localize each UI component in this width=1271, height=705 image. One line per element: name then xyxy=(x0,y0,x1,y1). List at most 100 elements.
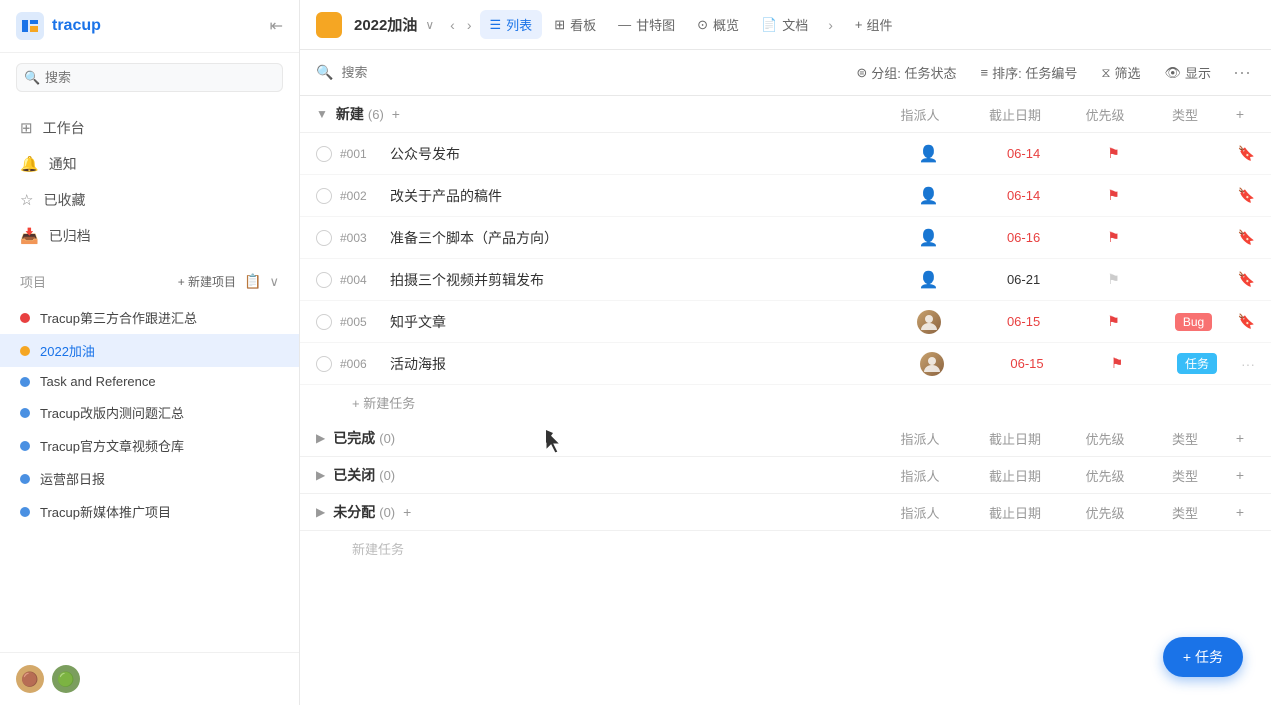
import-project-icon[interactable]: 📋 xyxy=(244,273,261,290)
user-avatar-2[interactable]: 🟢 xyxy=(52,665,80,693)
sidebar-search-input[interactable] xyxy=(16,63,283,92)
add-task-button[interactable]: + 新建任务 xyxy=(300,385,1271,420)
tab-list[interactable]: ☰ 列表 xyxy=(480,10,543,39)
unassigned-icon: 👤 xyxy=(919,270,939,290)
new-project-button[interactable]: + 新建项目 xyxy=(178,273,236,290)
col-header-date: 截止日期 xyxy=(965,105,1065,124)
section-new-add-button[interactable]: + xyxy=(392,106,400,122)
sort-icon: ≡ xyxy=(981,65,989,80)
task-more-button[interactable]: ··· xyxy=(1241,356,1255,372)
unassigned-icon: 👤 xyxy=(919,186,939,206)
task-name[interactable]: 改关于产品的稿件 xyxy=(390,186,884,206)
task-row: #006 活动海报 06-15 ⚑ 任务 ··· xyxy=(300,343,1271,385)
section-new-count: (6) xyxy=(368,107,384,122)
task-checkbox[interactable] xyxy=(316,272,332,288)
bookmark-icon: 🔖 xyxy=(1238,187,1255,204)
task-checkbox[interactable] xyxy=(316,188,332,204)
group-filter-button[interactable]: ⊜ 分组: 任务状态 xyxy=(850,59,962,86)
task-checkbox[interactable] xyxy=(316,230,332,246)
project-dot xyxy=(20,474,30,484)
col-header-assignee: 指派人 xyxy=(875,466,965,485)
group-icon: ⊜ xyxy=(856,65,867,81)
project-item-task-reference[interactable]: Task and Reference xyxy=(0,367,299,396)
project-dot xyxy=(20,377,30,387)
sidebar-collapse-button[interactable]: ⇤ xyxy=(270,16,283,36)
filter-icon: ⧖ xyxy=(1101,65,1110,81)
col-add-button[interactable]: + xyxy=(1225,504,1255,520)
section-unassigned-add-button[interactable]: + xyxy=(403,504,411,520)
projects-label: 项目 xyxy=(20,272,46,291)
task-date: 06-15 xyxy=(977,356,1077,371)
add-component-button[interactable]: + 组件 xyxy=(845,10,903,39)
type-badge-task: 任务 xyxy=(1177,353,1217,374)
project-item-tracup-改版[interactable]: Tracup改版内测问题汇总 xyxy=(0,396,299,429)
assignee-avatar xyxy=(920,352,944,376)
section-collapse-button[interactable]: ▶ xyxy=(316,505,325,519)
col-add-button[interactable]: + xyxy=(1225,430,1255,446)
sort-filter-button[interactable]: ≡ 排序: 任务编号 xyxy=(975,59,1084,86)
sidebar-item-workbench[interactable]: ⊞ 工作台 xyxy=(0,110,299,146)
toolbar-search-input[interactable] xyxy=(341,65,842,80)
task-name[interactable]: 准备三个脚本（产品方向） xyxy=(390,228,884,248)
task-id: #002 xyxy=(340,189,380,203)
sidebar-item-favorites[interactable]: ☆ 已收藏 xyxy=(0,182,299,218)
add-task-fab[interactable]: + 任务 xyxy=(1163,637,1243,677)
project-item-tracup-official[interactable]: Tracup官方文章视频仓库 xyxy=(0,429,299,462)
next-nav-arrow[interactable]: › xyxy=(463,13,476,37)
tab-overview[interactable]: ⊙ 概览 xyxy=(687,10,749,39)
project-item-tracup-new-media[interactable]: Tracup新媒体推广项目 xyxy=(0,495,299,528)
display-button[interactable]: 👁 显示 xyxy=(1158,59,1217,86)
bookmark-icon: 🔖 xyxy=(1238,271,1255,288)
project-list: Tracup第三方合作跟进汇总 2022加油 Task and Referenc… xyxy=(0,297,299,532)
sidebar-item-archived[interactable]: 📥 已归档 xyxy=(0,218,299,254)
tab-docs[interactable]: 📄 文档 xyxy=(751,10,818,39)
col-add-button[interactable]: + xyxy=(1225,106,1255,122)
sidebar-nav: ⊞ 工作台 🔔 通知 ☆ 已收藏 📥 已归档 xyxy=(0,102,299,262)
user-avatar-1[interactable]: 🟤 xyxy=(16,665,44,693)
sidebar-workbench-label: 工作台 xyxy=(43,118,85,138)
task-row: #004 拍摄三个视频并剪辑发布 👤 06-21 ⚑ 🔖 xyxy=(300,259,1271,301)
project-label: Tracup改版内测问题汇总 xyxy=(40,403,184,422)
more-views-button[interactable]: › xyxy=(820,13,841,37)
task-name[interactable]: 公众号发布 xyxy=(390,144,884,164)
tab-gantt[interactable]: — 甘特图 xyxy=(608,10,685,39)
section-completed-title: 已完成 xyxy=(333,428,375,448)
col-add-button[interactable]: + xyxy=(1225,467,1255,483)
section-unassigned-header: ▶ 未分配 (0) + 指派人 截止日期 优先级 类型 + xyxy=(300,494,1271,531)
priority-flag-icon: ⚑ xyxy=(1107,145,1120,162)
task-checkbox[interactable] xyxy=(316,356,332,372)
task-assignee: 👤 xyxy=(884,228,974,248)
section-collapse-button[interactable]: ▼ xyxy=(316,107,328,121)
tab-board[interactable]: ⊞ 看板 xyxy=(544,10,606,39)
task-row: #005 知乎文章 06-15 ⚑ Bug 🔖 xyxy=(300,301,1271,343)
projects-expand-icon[interactable]: ∨ xyxy=(269,274,279,290)
add-unassigned-task-button[interactable]: 新建任务 xyxy=(300,531,1271,566)
add-task-label: + 新建任务 xyxy=(352,393,415,412)
project-item-operations[interactable]: 运营部日报 xyxy=(0,462,299,495)
sidebar: tracup ⇤ 🔍 ⊞ 工作台 🔔 通知 ☆ 已收藏 📥 已归档 项目 xyxy=(0,0,300,705)
gantt-icon: — xyxy=(618,17,631,32)
task-checkbox[interactable] xyxy=(316,146,332,162)
sidebar-archived-label: 已归档 xyxy=(49,226,91,246)
task-name[interactable]: 知乎文章 xyxy=(390,312,884,332)
section-new-header: ▼ 新建 (6) + 指派人 截止日期 优先级 类型 + xyxy=(300,96,1271,133)
task-date: 06-15 xyxy=(974,314,1074,329)
title-dropdown-icon[interactable]: ∨ xyxy=(425,18,434,32)
more-options-button[interactable]: ··· xyxy=(1229,58,1255,87)
col-header-date: 截止日期 xyxy=(965,503,1065,522)
section-collapse-button[interactable]: ▶ xyxy=(316,468,325,482)
section-collapse-button[interactable]: ▶ xyxy=(316,431,325,445)
task-id: #005 xyxy=(340,315,380,329)
task-assignee: 👤 xyxy=(884,270,974,290)
sidebar-item-notifications[interactable]: 🔔 通知 xyxy=(0,146,299,182)
toolbar-filters: ⊜ 分组: 任务状态 ≡ 排序: 任务编号 ⧖ 筛选 👁 显示 ··· xyxy=(850,58,1255,87)
task-checkbox[interactable] xyxy=(316,314,332,330)
task-name[interactable]: 拍摄三个视频并剪辑发布 xyxy=(390,270,884,290)
priority-flag-icon: ⚑ xyxy=(1111,355,1124,372)
filter-button[interactable]: ⧖ 筛选 xyxy=(1095,59,1146,86)
task-assignee: 👤 xyxy=(884,186,974,206)
project-item-tracup-collab[interactable]: Tracup第三方合作跟进汇总 xyxy=(0,301,299,334)
prev-nav-arrow[interactable]: ‹ xyxy=(446,13,459,37)
project-item-2022jiayou[interactable]: 2022加油 xyxy=(0,334,299,367)
task-name[interactable]: 活动海报 xyxy=(390,354,887,374)
